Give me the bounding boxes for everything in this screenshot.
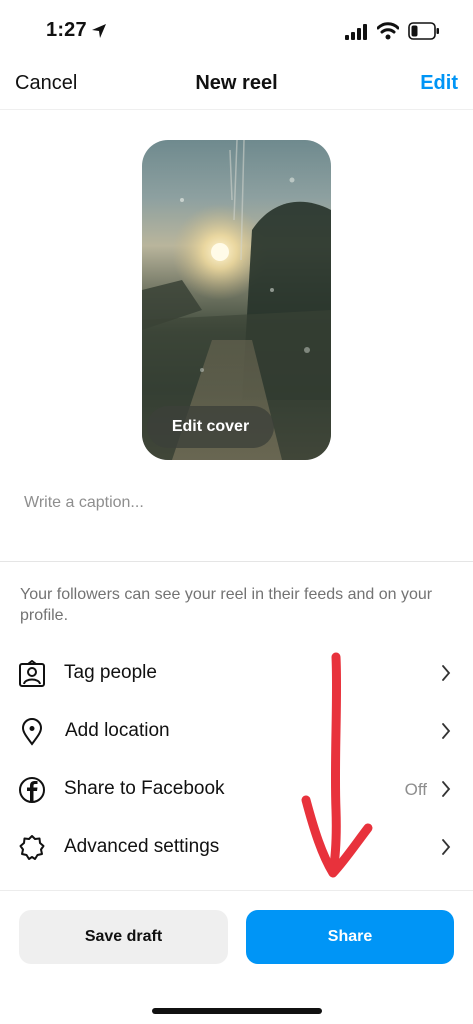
tag-person-icon — [19, 660, 45, 687]
location-arrow-icon — [92, 24, 106, 38]
wifi-icon — [377, 22, 399, 40]
facebook-share-state: Off — [404, 780, 427, 799]
battery-low-icon — [408, 22, 439, 40]
share-button[interactable]: Share — [246, 910, 454, 964]
share-to-facebook-row[interactable]: Share to Facebook Off — [0, 761, 473, 817]
save-draft-button[interactable]: Save draft — [19, 910, 228, 964]
tag-people-label: Tag people — [64, 662, 157, 683]
status-time: 1:27 — [46, 19, 87, 41]
add-location-row[interactable]: Add location — [0, 703, 473, 759]
add-location-label: Add location — [65, 720, 170, 741]
cellular-signal-icon — [345, 24, 367, 40]
home-indicator[interactable] — [152, 1008, 322, 1014]
chevron-right-icon — [442, 781, 451, 797]
divider — [0, 890, 473, 891]
reel-cover-preview[interactable]: Edit cover — [142, 140, 331, 460]
cancel-button[interactable]: Cancel — [15, 72, 77, 95]
edit-button[interactable]: Edit — [420, 72, 458, 95]
caption-input[interactable] — [24, 494, 444, 512]
chevron-right-icon — [442, 665, 451, 681]
chevron-right-icon — [442, 723, 451, 739]
visibility-info-text: Your followers can see your reel in thei… — [20, 586, 433, 624]
chevron-right-icon — [442, 839, 451, 855]
facebook-icon — [19, 777, 45, 803]
edit-cover-button[interactable]: Edit cover — [147, 406, 274, 448]
share-to-facebook-label: Share to Facebook — [64, 778, 225, 799]
tag-people-row[interactable]: Tag people — [0, 645, 473, 701]
location-pin-icon — [21, 718, 43, 746]
advanced-settings-label: Advanced settings — [64, 836, 220, 857]
settings-gear-icon — [19, 835, 45, 860]
advanced-settings-row[interactable]: Advanced settings — [0, 819, 473, 875]
nav-header: Cancel New reel Edit — [0, 60, 473, 110]
divider — [0, 561, 473, 562]
status-bar: 1:27 — [0, 0, 473, 60]
